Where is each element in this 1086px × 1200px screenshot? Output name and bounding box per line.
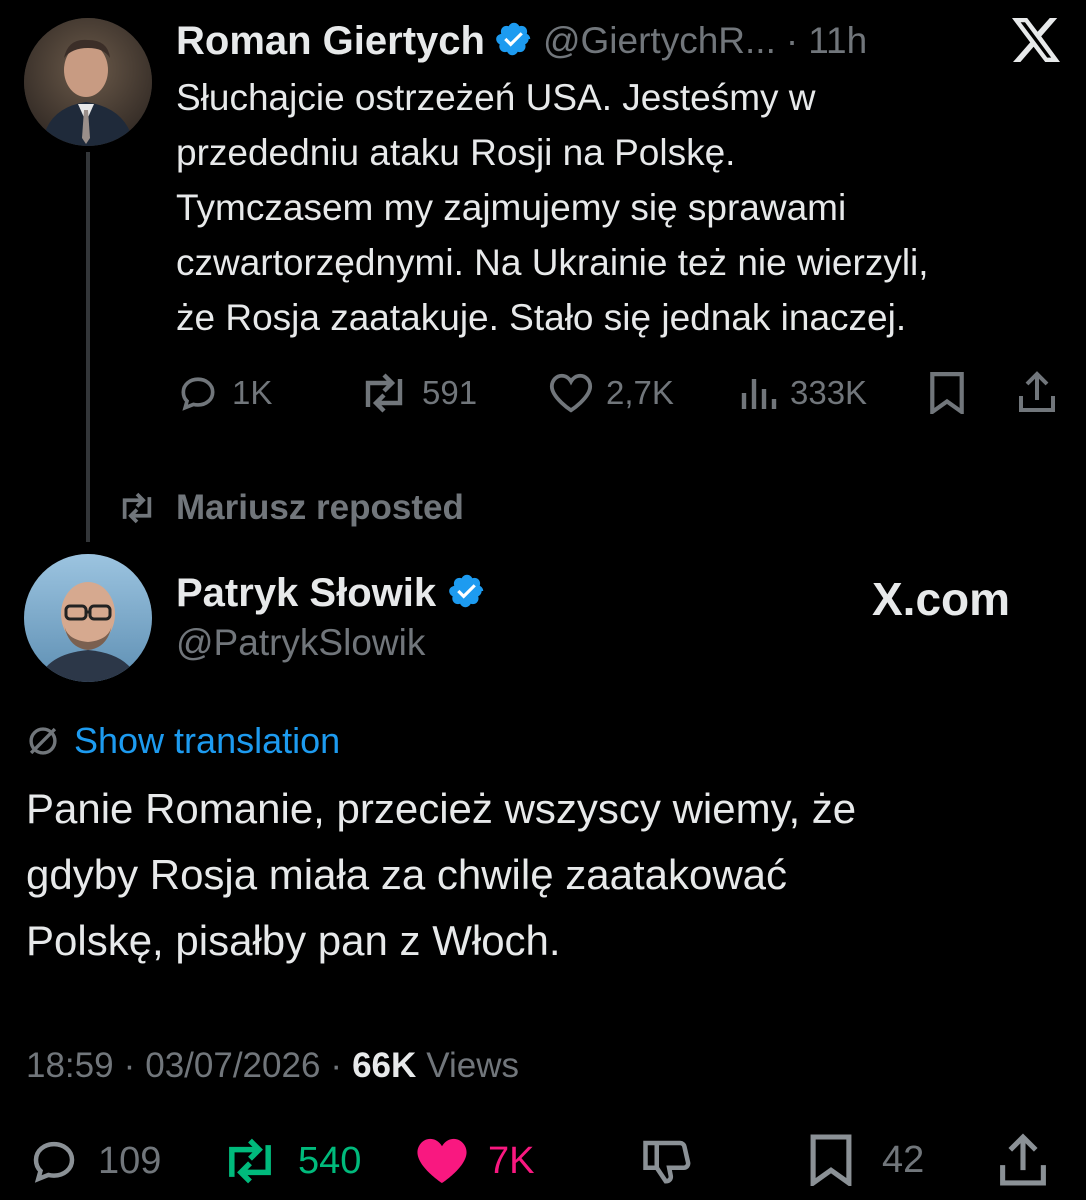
author-name[interactable]: Roman Giertych [176, 19, 485, 64]
like-icon [549, 373, 593, 413]
like-button[interactable]: 7K [412, 1134, 534, 1188]
bookmark-count: 42 [882, 1138, 925, 1181]
repost-count: 591 [422, 374, 478, 411]
bookmark-button[interactable]: 42 [808, 1134, 924, 1186]
tweet-date[interactable]: 03/07/2026 [145, 1046, 320, 1086]
first-tweet-text: Słuchajcie ostrzeżeń USA. Jesteśmy w prz… [176, 70, 1066, 345]
tweet-text-line: Słuchajcie ostrzeżeń USA. Jesteśmy w [176, 77, 816, 118]
views-count: 66K [352, 1046, 417, 1085]
views-icon [741, 379, 777, 409]
tweet-text-line: Panie Romanie, przecież wszyscy wiemy, ż… [26, 785, 857, 832]
reply-icon [33, 1141, 75, 1183]
repost-label[interactable]: Mariusz reposted [176, 488, 464, 528]
second-tweet-header: Patryk Słowik [176, 568, 486, 618]
separator: · [785, 20, 799, 61]
avatar-roman-giertych[interactable] [24, 18, 152, 146]
tweet-text-line: przededniu ataku Rosji na Polskę. [176, 132, 736, 173]
views-count: 333K [790, 374, 868, 411]
tweet-text-line: że Rosja zaatakuje. Stało się jednak ina… [176, 297, 907, 338]
share-button[interactable] [996, 1132, 1050, 1193]
brand-x-com: X.com [872, 573, 1011, 625]
reply-count: 1K [232, 374, 273, 411]
separator: · [123, 1046, 136, 1085]
verified-badge-icon [448, 572, 486, 615]
bookmark-icon [810, 1134, 852, 1186]
tweet-text-line: gdyby Rosja miała za chwilę zaatakować [26, 851, 788, 898]
share-icon [1000, 1133, 1046, 1186]
like-button[interactable]: 2,7K [548, 370, 674, 416]
share-button[interactable] [1016, 370, 1058, 419]
avatar-patryk-slowik[interactable] [24, 554, 152, 682]
tweet-timestamp[interactable]: 18:59 [26, 1046, 114, 1086]
verified-badge-icon [495, 20, 533, 63]
reply-button[interactable]: 109 [26, 1134, 161, 1188]
like-icon [417, 1138, 467, 1184]
bookmark-icon [930, 372, 964, 416]
second-tweet-text: Panie Romanie, przecież wszyscy wiemy, ż… [26, 776, 1066, 974]
author-handle[interactable]: @PatrykSlowik [176, 622, 425, 664]
tweet-text-line: Polskę, pisałby pan z Włoch. [26, 917, 561, 964]
reply-button[interactable]: 1K [176, 370, 272, 416]
tweet-meta: 18:59 · 03/07/2026 · 66K Views [26, 1046, 519, 1086]
translate-icon [29, 727, 57, 755]
downvote-icon [643, 1140, 691, 1184]
repost-icon [229, 1138, 271, 1184]
repost-icon [122, 492, 152, 524]
first-tweet-header: Roman Giertych @GiertychR... · 11h [176, 16, 867, 66]
repost-button[interactable]: 591 [358, 370, 477, 416]
share-icon [1019, 371, 1055, 412]
reply-icon [181, 377, 215, 411]
separator: · [330, 1046, 343, 1085]
bookmark-button[interactable] [928, 372, 966, 419]
repost-context: Mariusz reposted [116, 488, 464, 528]
reply-count: 109 [98, 1139, 162, 1182]
thread-line [86, 152, 90, 542]
repost-button[interactable]: 540 [218, 1136, 361, 1186]
author-handle[interactable]: @GiertychR... [543, 20, 776, 62]
author-name[interactable]: Patryk Słowik [176, 571, 436, 616]
tweet-text-line: Tymczasem my zajmujemy się sprawami [176, 187, 847, 228]
views-button[interactable]: 333K [738, 370, 867, 416]
tweet-text-line: czwartorzędnymi. Na Ukrainie też nie wie… [176, 242, 929, 283]
show-translation-label: Show translation [74, 720, 341, 761]
show-translation-button[interactable]: Show translation [26, 720, 340, 762]
tweet-time[interactable]: 11h [808, 20, 867, 62]
repost-icon [365, 373, 403, 413]
repost-count: 540 [298, 1139, 362, 1182]
x-logo-icon[interactable] [1012, 18, 1060, 67]
like-count: 7K [488, 1139, 535, 1182]
downvote-button[interactable] [640, 1134, 696, 1193]
like-count: 2,7K [606, 374, 674, 411]
views-label: Views [426, 1046, 520, 1085]
